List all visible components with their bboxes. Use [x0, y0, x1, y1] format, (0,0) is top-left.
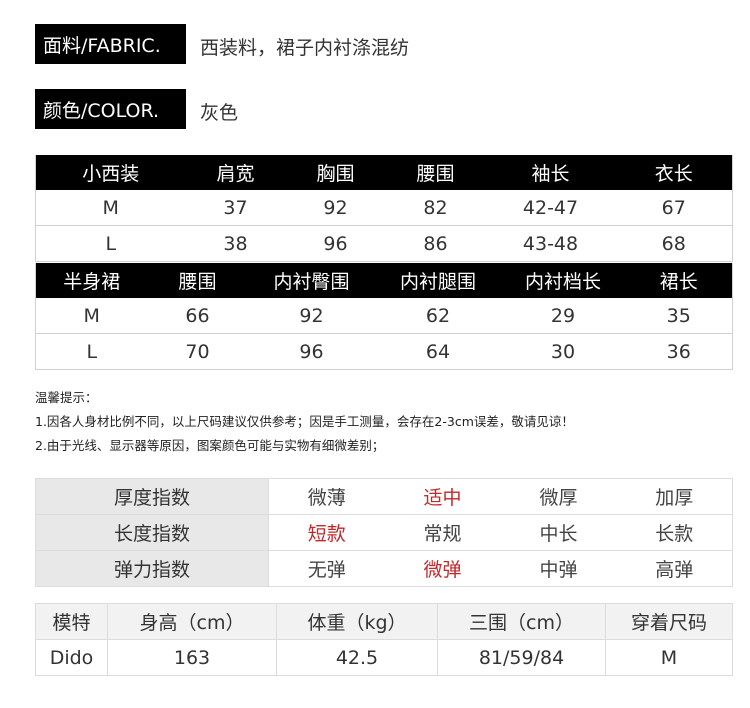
table-cell: 62: [375, 298, 501, 334]
tips-section: 温馨提示： 1.因各人身材比例不同，以上尺码建议仅供参考；因是手工测量，会存在2…: [35, 386, 574, 458]
jacket-size-table: 小西装 肩宽 胸围 腰围 袖长 衣长 M 37 92 82 42-47 67 L…: [35, 155, 733, 262]
table-header: 衣长: [615, 155, 733, 190]
table-cell: 82: [385, 190, 486, 226]
table-cell: 68: [615, 225, 733, 262]
table-cell: 38: [185, 225, 286, 262]
skirt-header-row: 半身裙 腰围 内衬臀围 内衬腿围 内衬档长 裙长: [35, 263, 733, 298]
table-cell: 42-47: [485, 190, 616, 226]
table-header: 穿着尺码: [605, 603, 733, 640]
table-cell: 163: [107, 639, 277, 676]
color-label: 颜色/COLOR.: [35, 89, 186, 129]
tips-line-2: 2.由于光线、显示器等原因，图案颜色可能与实物有细微差别；: [35, 438, 385, 453]
fabric-label: 面料/FABRIC.: [35, 24, 186, 64]
attribute-option: 适中: [384, 478, 501, 515]
table-cell: L: [35, 225, 186, 262]
table-cell: 81/59/84: [437, 639, 606, 676]
attribute-option: 长款: [616, 514, 733, 551]
table-row: M 37 92 82 42-47 67: [35, 190, 733, 226]
attribute-option: 微厚: [500, 478, 617, 515]
model-header-row: 模特 身高（cm） 体重（kg） 三围（cm） 穿着尺码: [35, 603, 733, 640]
table-header: 内衬档长: [500, 263, 626, 298]
table-header: 体重（kg）: [276, 603, 438, 640]
table-header: 半身裙: [35, 263, 148, 298]
table-cell: 66: [147, 298, 248, 334]
table-cell: 29: [500, 298, 626, 334]
model-info-table: 模特 身高（cm） 体重（kg） 三围（cm） 穿着尺码 Dido 163 42…: [35, 603, 733, 676]
table-cell: 43-48: [485, 225, 616, 262]
attribute-index-table: 厚度指数 微薄 适中 微厚 加厚 长度指数 短款 常规 中长 长款 弹力指数 无弹 微弹 中弹 高弹: [35, 478, 733, 587]
attribute-row: 弹力指数 无弹 微弹 中弹 高弹: [35, 550, 733, 587]
table-header: 肩宽: [185, 155, 286, 190]
table-header: 身高（cm）: [107, 603, 277, 640]
jacket-header-row: 小西装 肩宽 胸围 腰围 袖长 衣长: [35, 155, 733, 190]
attribute-option: 高弹: [616, 550, 733, 587]
skirt-size-table: 半身裙 腰围 内衬臀围 内衬腿围 内衬档长 裙长 M 66 92 62 29 3…: [35, 263, 733, 370]
table-header: 胸围: [285, 155, 386, 190]
table-cell: 86: [385, 225, 486, 262]
attribute-row: 长度指数 短款 常规 中长 长款: [35, 514, 733, 551]
attribute-option: 微薄: [268, 478, 385, 515]
tips-line-1: 1.因各人身材比例不同，以上尺码建议仅供参考；因是手工测量，会存在2-3cm误差…: [35, 414, 574, 429]
table-header: 袖长: [485, 155, 616, 190]
attribute-name: 弹力指数: [35, 550, 269, 587]
table-cell: 92: [285, 190, 386, 226]
table-header: 内衬腿围: [375, 263, 501, 298]
table-cell: 96: [247, 333, 376, 370]
color-value: 灰色: [200, 102, 239, 124]
table-cell: M: [35, 190, 186, 226]
table-cell: 67: [615, 190, 733, 226]
fabric-value: 西装料，裙子内衬涤混纺: [200, 37, 410, 59]
table-cell: 37: [185, 190, 286, 226]
table-cell: L: [35, 333, 148, 370]
table-cell: 64: [375, 333, 501, 370]
attribute-option: 无弹: [268, 550, 385, 587]
table-header: 三围（cm）: [437, 603, 606, 640]
table-cell: 36: [625, 333, 733, 370]
table-cell: 30: [500, 333, 626, 370]
table-header: 裙长: [625, 263, 733, 298]
table-header: 小西装: [35, 155, 186, 190]
table-cell: M: [35, 298, 148, 334]
table-header: 腰围: [385, 155, 486, 190]
table-cell: 42.5: [276, 639, 438, 676]
attribute-option: 常规: [384, 514, 501, 551]
table-row: Dido 163 42.5 81/59/84 M: [35, 639, 733, 676]
table-header: 内衬臀围: [247, 263, 376, 298]
attribute-option: 微弹: [384, 550, 501, 587]
attribute-option: 中长: [500, 514, 617, 551]
attribute-name: 厚度指数: [35, 478, 269, 515]
table-header: 腰围: [147, 263, 248, 298]
table-header: 模特: [35, 603, 108, 640]
table-row: L 70 96 64 30 36: [35, 333, 733, 370]
table-cell: 35: [625, 298, 733, 334]
tips-title: 温馨提示：: [35, 390, 98, 405]
table-row: M 66 92 62 29 35: [35, 298, 733, 334]
table-cell: 96: [285, 225, 386, 262]
attribute-option: 短款: [268, 514, 385, 551]
table-cell: M: [605, 639, 733, 676]
table-cell: 70: [147, 333, 248, 370]
attribute-row: 厚度指数 微薄 适中 微厚 加厚: [35, 478, 733, 515]
table-cell: 92: [247, 298, 376, 334]
attribute-option: 加厚: [616, 478, 733, 515]
table-row: L 38 96 86 43-48 68: [35, 225, 733, 262]
attribute-option: 中弹: [500, 550, 617, 587]
attribute-name: 长度指数: [35, 514, 269, 551]
table-cell: Dido: [35, 639, 108, 676]
